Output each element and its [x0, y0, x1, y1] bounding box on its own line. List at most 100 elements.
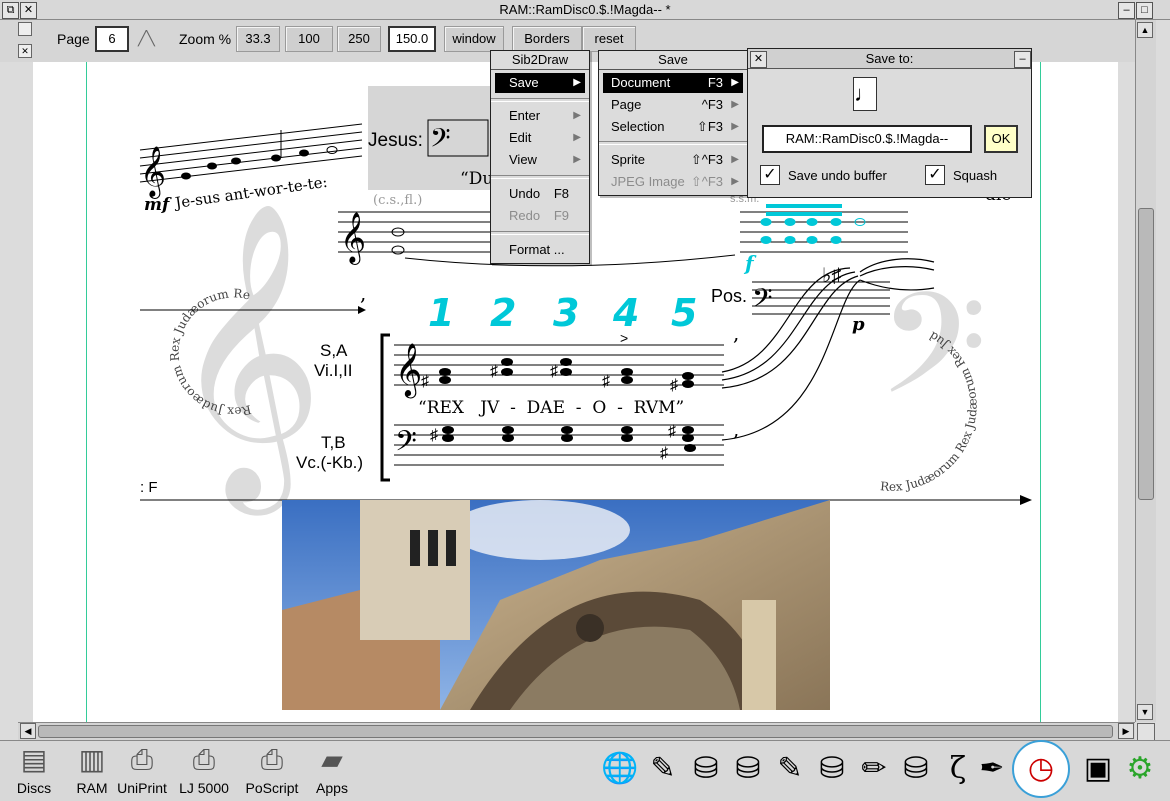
svg-text:,: , [733, 417, 739, 441]
horizontal-scroll-thumb[interactable] [38, 725, 1113, 738]
ok-button[interactable]: OK [984, 125, 1018, 153]
menu-item-jpeg: JPEG Image ⇧^F3 ▶ [611, 174, 739, 189]
church-photo [282, 500, 830, 710]
iconbar-item-uniprint[interactable]: ⎙ UniPrint [110, 742, 174, 796]
cyan-number: 5 [671, 291, 697, 335]
sib2draw-menu: Sib2Draw Save ▶ Enter ▶ Edit ▶ View ▶ Undo F8… [490, 50, 590, 264]
treble-clef-icon: 𝄞 [140, 146, 166, 199]
iconbar-item-discs[interactable]: ▤ Discs [2, 742, 66, 796]
sharp-icon: ♯ [430, 427, 438, 444]
cyan-number: 4 [612, 291, 639, 335]
vc-label: Vc.(-Kb.) [296, 453, 363, 472]
dynamic-f: f [743, 251, 757, 275]
menu-item-document[interactable]: Document F3 ▶ [603, 73, 743, 93]
sa-label: S,A [320, 341, 348, 360]
menu-item-enter[interactable]: Enter ▶ [495, 106, 585, 126]
save-to-dialog: Save to: ✕ – ♩ RAM::RamDisc0.$.!Magda-- … [747, 48, 1032, 198]
menu-item-redo: Redo F9 [509, 208, 569, 223]
apps-icon: ▰ [321, 744, 343, 775]
svg-text:,: , [360, 281, 366, 305]
jesus-label: Jesus: [368, 130, 423, 151]
iconbar-label: Apps [316, 780, 348, 796]
scroll-left-icon[interactable]: ◀ [20, 723, 36, 739]
squash-label: Squash [953, 168, 998, 183]
tb-label: T,B [321, 433, 346, 452]
system-bracket [380, 333, 390, 482]
filename-input[interactable]: RAM::RamDisc0.$.!Magda-- [762, 125, 972, 153]
cs-fl-text: (c.s.,fl.) [373, 193, 422, 208]
menu-item-format[interactable]: Format ... [495, 240, 585, 260]
app-icon[interactable]: ⛁ [728, 745, 768, 793]
pos-bass-clef-icon: 𝄢 [752, 282, 773, 320]
squash-checkbox[interactable]: ✓ [925, 165, 945, 185]
cyan-number: 3 [553, 291, 579, 335]
sharp-icon: ♯ [668, 423, 676, 440]
dynamic-mf: mf [144, 195, 172, 215]
f-marker: : F [140, 479, 158, 496]
pos-label: Pos. [711, 286, 747, 306]
scroll-down-icon[interactable]: ▼ [1137, 704, 1153, 720]
sharp-icon: ♯ [490, 363, 498, 380]
undo-label: Save undo buffer [788, 168, 887, 183]
iconbar-item-lj-5000[interactable]: ⎙ LJ 5000 [172, 742, 236, 796]
lyric-rex: “REX JV - DAE - O - RVM” [418, 398, 684, 418]
scroll-right-icon[interactable]: ▶ [1118, 723, 1134, 739]
draw-icon[interactable]: ✒ [972, 745, 1012, 793]
iconbar-item-poscript[interactable]: ⎙ PoScript [240, 742, 304, 796]
dialog-close-icon[interactable]: ✕ [750, 51, 767, 68]
upper-chords [439, 358, 694, 388]
menu-item-view[interactable]: View ▶ [495, 150, 585, 170]
globe-icon[interactable]: 🌐 [600, 745, 640, 793]
settings-gear-icon[interactable]: ⚙ [1120, 745, 1160, 793]
app-icon[interactable]: ⛁ [896, 745, 936, 793]
pencil-icon[interactable]: ✏ [854, 745, 894, 793]
dynamic-p: p [852, 314, 865, 335]
second-staff [338, 211, 908, 253]
clock-icon[interactable]: ◷ [1012, 740, 1070, 798]
choir-treble-clef-icon: 𝄞 [395, 342, 422, 398]
sharp-icon: ♯ [550, 363, 558, 380]
menu-item-undo[interactable]: Undo F8 [495, 184, 585, 204]
paint-icon[interactable]: ✎ [643, 745, 683, 793]
cyan-numbers: 1 2 3 4 5 [428, 291, 697, 335]
sharp-icon: ♯ [602, 373, 610, 390]
submenu-title: Save [599, 51, 747, 70]
accent-icon: > [620, 330, 628, 346]
menu-item-sprite[interactable]: Sprite ⇧^F3 ▶ [603, 150, 743, 170]
discs-icon: ▤ [20, 744, 48, 775]
resize-icon[interactable] [1137, 723, 1155, 741]
toggle-size-icon[interactable]: □ [1136, 2, 1153, 19]
display-icon[interactable]: ▣ [1078, 745, 1118, 793]
second-treble-clef-icon: 𝄞 [340, 212, 366, 265]
choir-bass-clef-icon: 𝄢 [395, 425, 417, 465]
app-icon[interactable]: ⛁ [686, 745, 726, 793]
iconbar-label: LJ 5000 [179, 780, 229, 796]
postscript-icon: ⎙ [260, 744, 284, 775]
laserjet-icon: ⎙ [192, 744, 216, 775]
file-drag-icon[interactable]: ♩ [853, 77, 877, 111]
menu-title: Sib2Draw [491, 51, 589, 70]
dialog-iconise-icon[interactable]: – [1014, 51, 1031, 68]
menu-item-page[interactable]: Page ^F3 ▶ [603, 95, 743, 115]
app-icon[interactable]: ⛁ [812, 745, 852, 793]
undo-checkbox[interactable]: ✓ [760, 165, 780, 185]
dialog-title: Save to: [748, 49, 1031, 69]
iconbar-item-apps[interactable]: ▰ Apps [300, 742, 364, 796]
sharp-icon: ♯ [660, 445, 668, 462]
vi-label: Vi.I,II [314, 361, 352, 380]
menu-item-save[interactable]: Save ▶ [495, 73, 585, 93]
lower-chords [442, 426, 696, 452]
jesus-bass-clef-icon: 𝄢 [430, 122, 451, 160]
iconbar-label: PoScript [245, 780, 299, 796]
vertical-scroll-thumb[interactable] [1138, 208, 1154, 500]
printer-icon: ⎙ [130, 744, 154, 775]
scroll-up-icon[interactable]: ▲ [1137, 22, 1153, 38]
paint-icon[interactable]: ✎ [770, 745, 810, 793]
menu-item-edit[interactable]: Edit ▶ [495, 128, 585, 148]
save-submenu: Save Document F3 ▶ Page ^F3 ▶ Selection ⇧F3 ▶ … [598, 50, 748, 196]
iconbar-label: Discs [16, 780, 52, 796]
menu-item-selection[interactable]: Selection ⇧F3 ▶ [603, 117, 743, 137]
whole-note-icon [391, 245, 405, 255]
du-text: “Du [460, 169, 493, 189]
cyan-number: 1 [428, 291, 454, 335]
